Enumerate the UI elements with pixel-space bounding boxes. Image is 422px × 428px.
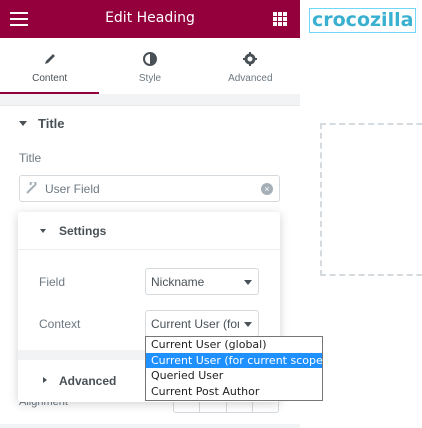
field-select-value: Nickname [151, 275, 205, 289]
context-option[interactable]: Queried User [146, 368, 322, 384]
context-select-value: Current User (for [151, 317, 239, 331]
pencil-icon [0, 52, 99, 68]
chevron-down-icon [244, 280, 252, 285]
title-field-label: Title [19, 151, 42, 165]
field-label: Field [39, 275, 66, 289]
context-option[interactable]: Current User (global) [146, 337, 322, 353]
contrast-icon [100, 52, 199, 68]
settings-header[interactable]: Settings [18, 212, 280, 250]
title-dynamic-field[interactable]: User Field × [19, 175, 280, 202]
tabs-spacer [0, 94, 300, 105]
site-logo[interactable]: crocozilla [309, 8, 417, 33]
title-dynamic-value: User Field [45, 182, 100, 196]
tab-advanced-label: Advanced [228, 73, 273, 84]
clear-icon[interactable]: × [261, 183, 273, 195]
panel-title: Edit Heading [105, 10, 195, 26]
caret-down-icon [19, 121, 27, 126]
context-option[interactable]: Current Post Author [146, 384, 322, 400]
tab-style[interactable]: Style [99, 38, 199, 94]
tab-advanced[interactable]: Advanced [200, 38, 300, 94]
context-dropdown-list: Current User (global) Current User (for … [145, 336, 327, 401]
tab-style-label: Style [138, 73, 162, 84]
field-select[interactable]: Nickname [145, 268, 259, 295]
tab-content[interactable]: Content [0, 38, 100, 94]
section-title-header[interactable]: Title [0, 105, 300, 141]
advanced-label: Advanced [59, 374, 117, 388]
tab-content-label: Content [32, 73, 68, 84]
wrench-icon [26, 180, 40, 196]
settings-title: Settings [59, 224, 107, 238]
caret-right-icon [43, 377, 47, 383]
panel-tabs: Content Style Advanced [0, 38, 300, 94]
context-select[interactable]: Current User (for [145, 310, 259, 337]
panel-header: Edit Heading [0, 0, 300, 38]
context-label: Context [39, 317, 81, 331]
caret-down-icon [40, 229, 46, 233]
context-option-selected[interactable]: Current User (for current scope) [146, 352, 327, 368]
empty-column-placeholder[interactable] [320, 123, 422, 276]
gear-icon [201, 52, 300, 68]
section-title-label: Title [38, 116, 65, 131]
widgets-grid-icon[interactable] [273, 12, 287, 26]
chevron-down-icon [244, 322, 252, 327]
